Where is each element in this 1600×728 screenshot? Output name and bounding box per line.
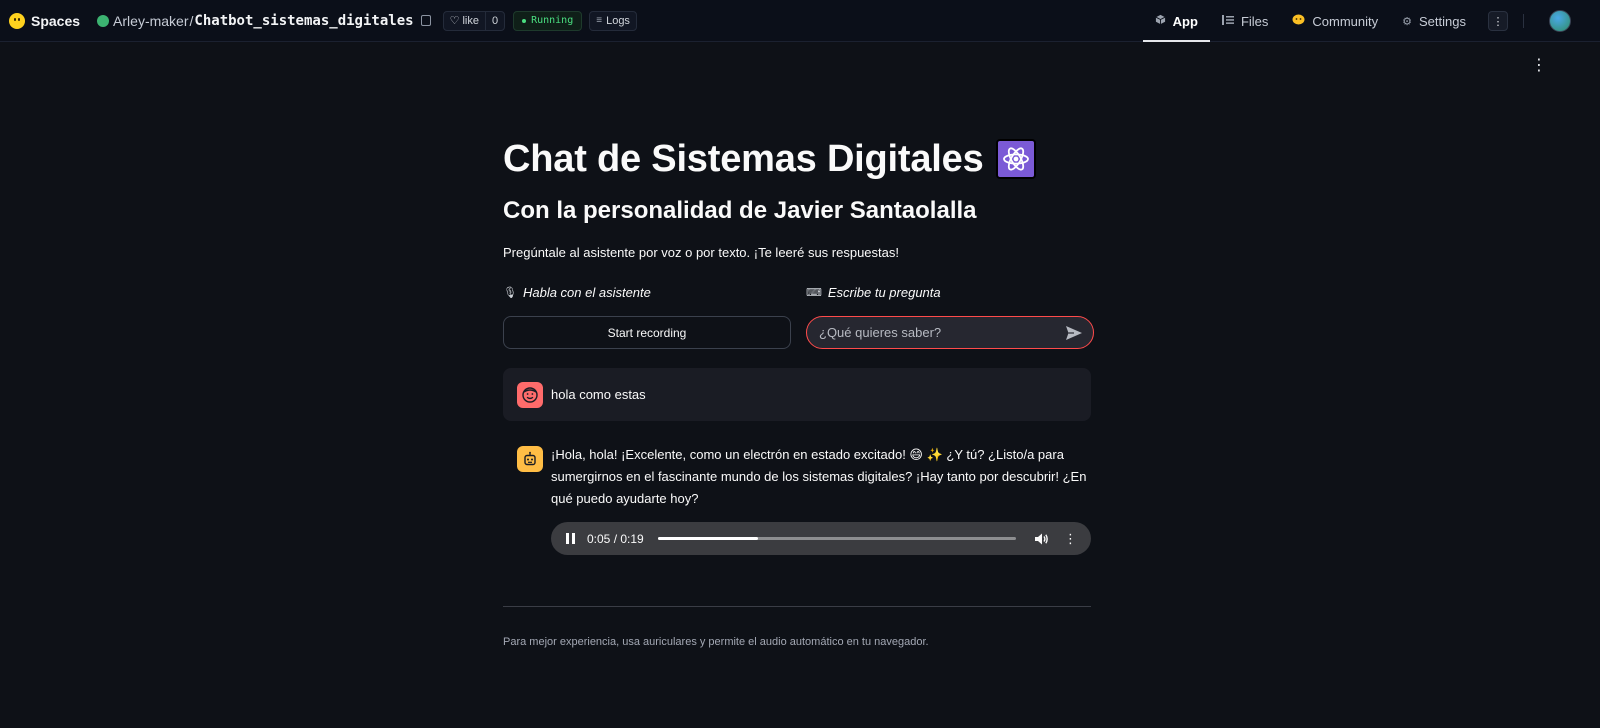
- user-message-text: hola como estas: [551, 387, 646, 402]
- volume-icon[interactable]: [1034, 531, 1050, 547]
- page-title: Chat de Sistemas Digitales: [503, 137, 984, 180]
- text-label-row: ⌨ Escribe tu pregunta: [806, 284, 1094, 300]
- title-row: Chat de Sistemas Digitales: [503, 130, 1091, 188]
- spaces-label: Spaces: [31, 12, 81, 29]
- assistant-message-body: ¡Hola, hola! ¡Excelente, como un electró…: [551, 446, 1091, 555]
- app-main-menu-button[interactable]: ⋮: [1531, 58, 1547, 74]
- status-label: Running: [531, 15, 574, 26]
- tab-files[interactable]: Files: [1210, 0, 1280, 42]
- tab-app[interactable]: App: [1142, 0, 1211, 42]
- files-icon: [1221, 14, 1234, 28]
- footnote-text: Para mejor experiencia, usa auriculares …: [503, 636, 929, 648]
- audio-progress-fill: [657, 537, 759, 540]
- keyboard-icon: ⌨: [806, 286, 822, 299]
- repo-separator: /: [189, 12, 194, 29]
- input-columns: 🎙 Habla con el asistente Start recording…: [503, 284, 1094, 349]
- logs-button[interactable]: ≡ Logs: [589, 10, 637, 31]
- voice-column: 🎙 Habla con el asistente Start recording: [503, 284, 791, 349]
- nav-divider: [1523, 14, 1524, 28]
- intro-text: Pregúntale al asistente por voz o por te…: [503, 245, 899, 260]
- spaces-brand[interactable]: Spaces: [9, 12, 81, 29]
- like-count[interactable]: 0: [484, 11, 504, 30]
- tab-settings-label: Settings: [1419, 13, 1466, 29]
- gear-icon: ⚙: [1402, 15, 1413, 28]
- like-label: like: [462, 14, 479, 27]
- logs-label: Logs: [606, 14, 630, 27]
- cube-icon: [1155, 14, 1166, 28]
- microphone-icon: 🎙: [503, 286, 517, 299]
- status-badge[interactable]: Running: [513, 10, 583, 31]
- status-dot-icon: [522, 18, 527, 23]
- user-avatar[interactable]: [1549, 10, 1571, 32]
- audio-time: 0:05 / 0:19: [587, 531, 644, 546]
- repo-owner-link[interactable]: Arley-maker: [113, 13, 188, 29]
- heart-icon: ♡: [449, 15, 460, 27]
- bot-avatar-icon: [517, 446, 543, 472]
- audio-menu-button[interactable]: ⋮: [1064, 532, 1077, 545]
- footer-divider: [503, 606, 1091, 607]
- tab-app-label: App: [1172, 13, 1198, 29]
- like-button[interactable]: ♡ like 0: [442, 10, 506, 31]
- audio-player: 0:05 / 0:19 ⋮: [551, 522, 1091, 555]
- page-subtitle: Con la personalidad de Javier Santaolall…: [503, 197, 977, 224]
- tab-settings[interactable]: ⚙ Settings: [1390, 0, 1478, 42]
- tab-community[interactable]: Community: [1280, 0, 1390, 42]
- voice-label-row: 🎙 Habla con el asistente: [503, 284, 791, 300]
- chat-input-box: [806, 316, 1094, 349]
- tab-files-label: Files: [1240, 13, 1269, 29]
- hugging-face-logo-icon: [9, 12, 25, 29]
- tab-community-label: Community: [1312, 13, 1379, 29]
- user-avatar-icon: [517, 381, 543, 408]
- repo-breadcrumb: Arley-maker / Chatbot_sistemas_digitales: [97, 13, 431, 29]
- community-icon: [1292, 14, 1305, 28]
- send-icon[interactable]: [1065, 324, 1083, 342]
- pause-icon[interactable]: [566, 533, 575, 544]
- logs-icon: ≡: [596, 15, 603, 26]
- chat-input[interactable]: [819, 325, 1065, 340]
- voice-label: Habla con el asistente: [522, 284, 651, 300]
- atom-icon: [995, 139, 1036, 179]
- text-column: ⌨ Escribe tu pregunta: [806, 284, 1094, 349]
- chat-message-assistant: ¡Hola, hola! ¡Excelente, como un electró…: [503, 446, 1091, 555]
- app-main-column: Chat de Sistemas Digitales Con la person…: [503, 130, 1094, 648]
- start-recording-button[interactable]: Start recording: [503, 316, 791, 349]
- owner-avatar-icon: [97, 14, 110, 27]
- repo-name-link[interactable]: Chatbot_sistemas_digitales: [194, 13, 413, 29]
- space-nav: App Files Community ⚙ Settings ⋮: [1142, 0, 1600, 42]
- copy-icon[interactable]: [420, 15, 431, 26]
- chat-message-user: hola como estas: [503, 368, 1091, 421]
- top-navbar: Spaces Arley-maker / Chatbot_sistemas_di…: [0, 0, 1600, 42]
- space-more-button[interactable]: ⋮: [1488, 11, 1508, 31]
- assistant-message-text: ¡Hola, hola! ¡Excelente, como un electró…: [551, 447, 1087, 506]
- text-label: Escribe tu pregunta: [827, 284, 941, 300]
- audio-progress-bar[interactable]: [657, 537, 1016, 540]
